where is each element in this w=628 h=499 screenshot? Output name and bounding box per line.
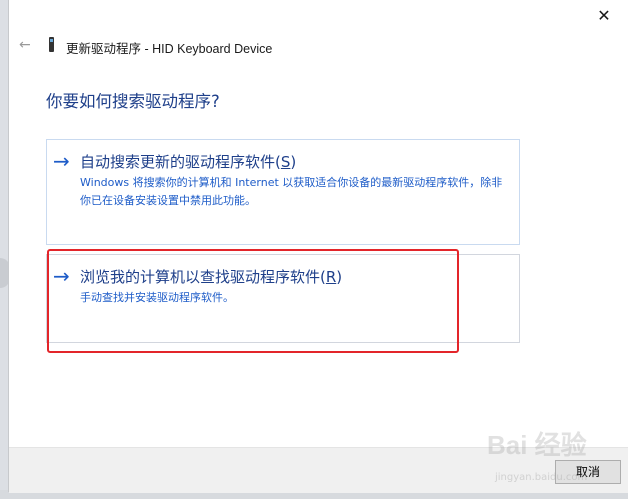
option-auto-search[interactable]: → 自动搜索更新的驱动程序软件(S) Windows 将搜索你的计算机和 Int… <box>46 139 520 245</box>
baidu-watermark: Bai 经验 <box>487 430 587 460</box>
access-key: S <box>280 153 291 171</box>
option-description: Windows 将搜索你的计算机和 Internet 以获取适合你设备的最新驱动… <box>80 176 503 207</box>
option-title: 浏览我的计算机以查找驱动程序软件(R) <box>80 268 343 286</box>
keyboard-device-icon <box>49 37 54 52</box>
background-window-strip <box>0 0 8 499</box>
option-title: 自动搜索更新的驱动程序软件(S) <box>80 153 297 171</box>
page-heading: 你要如何搜索驱动程序? <box>46 92 220 111</box>
back-arrow-icon[interactable]: ← <box>19 37 33 53</box>
arrow-right-icon: → <box>53 264 70 288</box>
option-description: 手动查找并安装驱动程序软件。 <box>80 291 234 304</box>
baidu-watermark-url: jingyan.baidu.com <box>495 472 588 483</box>
update-driver-dialog: ✕ ← 更新驱动程序 - HID Keyboard Device 你要如何搜索驱… <box>8 0 628 493</box>
option-browse-computer[interactable]: → 浏览我的计算机以查找驱动程序软件(R) 手动查找并安装驱动程序软件。 <box>46 254 520 343</box>
arrow-right-icon: → <box>53 149 70 173</box>
close-icon[interactable]: ✕ <box>594 6 614 26</box>
access-key: R <box>325 268 337 286</box>
window-title: 更新驱动程序 - HID Keyboard Device <box>66 42 273 56</box>
